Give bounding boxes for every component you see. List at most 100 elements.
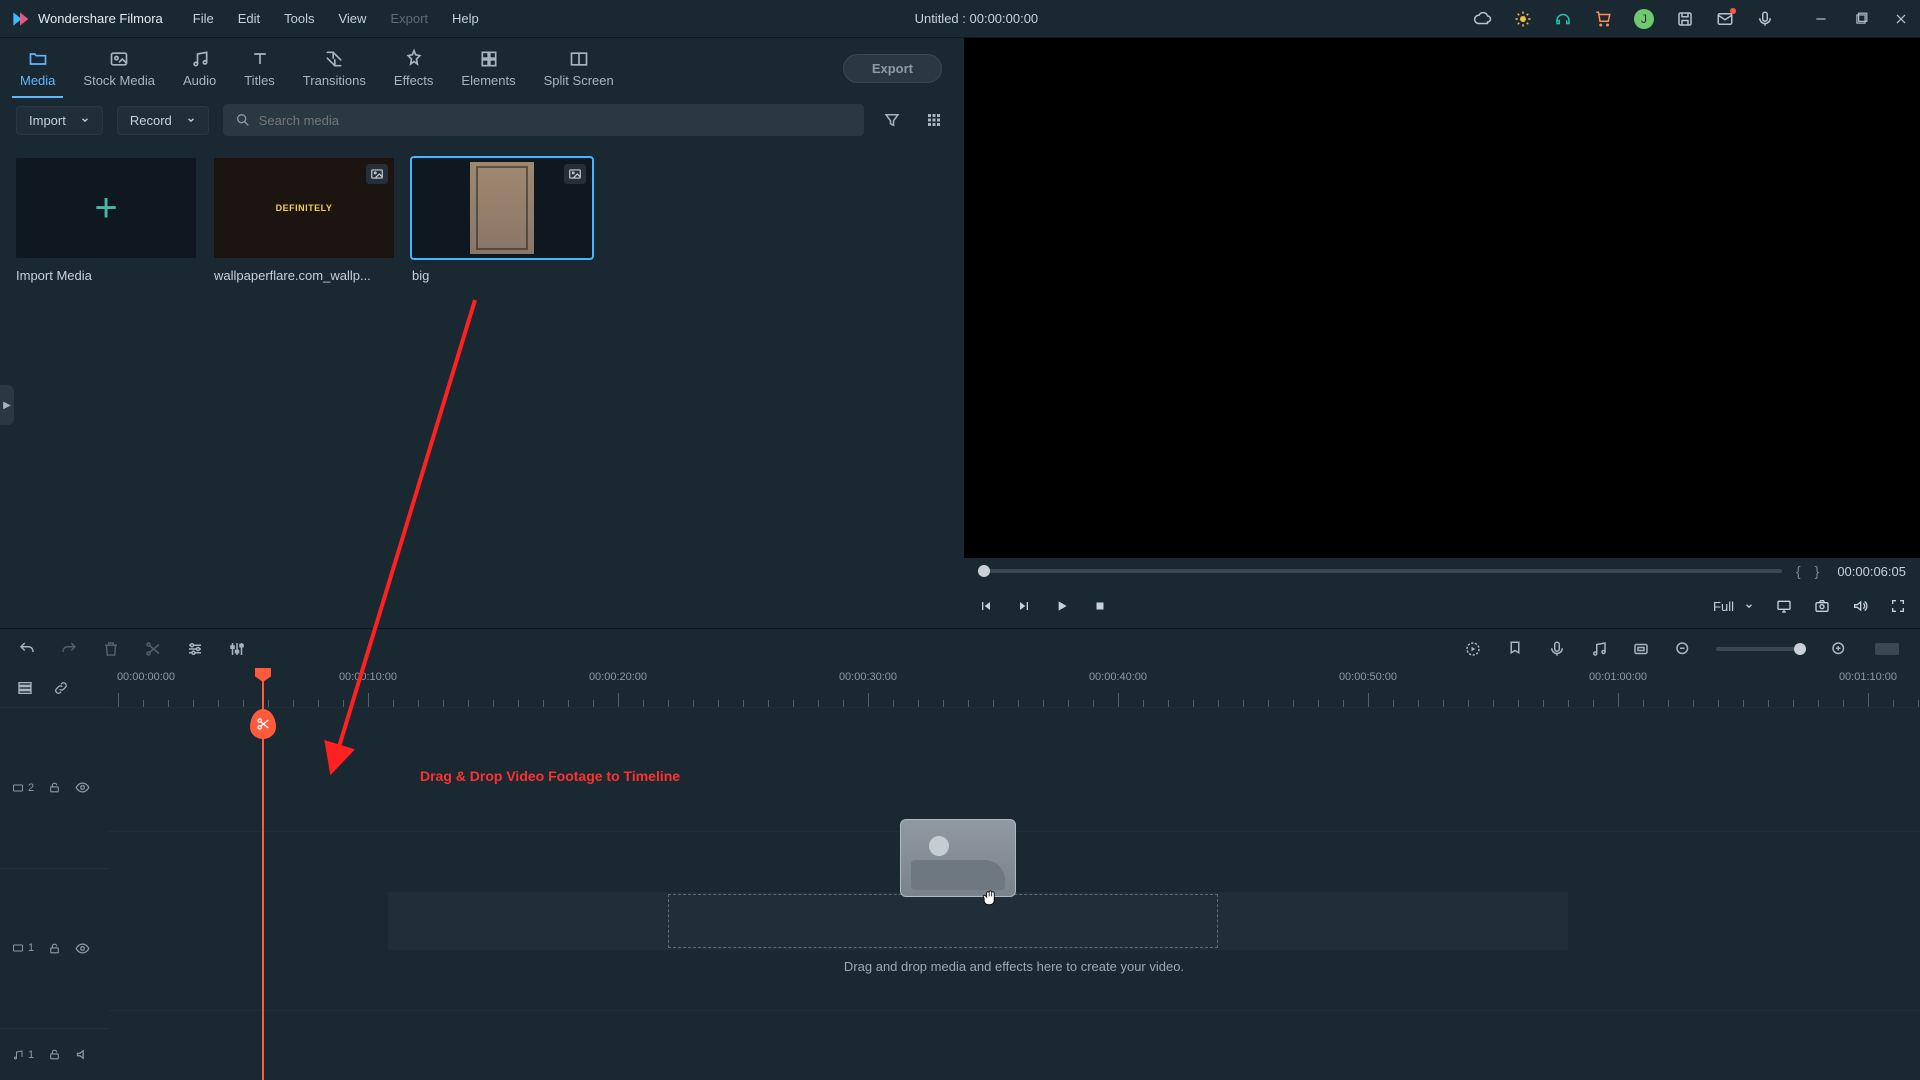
tab-split-screen[interactable]: Split Screen (530, 38, 628, 98)
zoom-fit-icon[interactable] (1872, 640, 1902, 658)
volume-icon[interactable] (1852, 598, 1868, 614)
media-thumb-2[interactable] (412, 158, 592, 258)
message-icon[interactable] (1716, 10, 1734, 28)
lane-a1[interactable] (108, 1010, 1920, 1080)
tab-elements[interactable]: Elements (447, 38, 529, 98)
zoom-slider[interactable] (1716, 647, 1806, 651)
mute-icon[interactable] (75, 1047, 90, 1062)
zoom-knob[interactable] (1794, 643, 1806, 655)
export-button[interactable]: Export (843, 54, 942, 83)
media-item-add[interactable]: + Import Media (16, 158, 196, 283)
media-label: wallpaperflare.com_wallp... (214, 268, 394, 283)
menu-file[interactable]: File (193, 11, 214, 26)
preview-viewport[interactable] (964, 38, 1920, 558)
media-item-1[interactable]: DEFINITELY wallpaperflare.com_wallp... (214, 158, 394, 283)
grid-view-icon[interactable] (920, 106, 948, 134)
drop-target[interactable] (388, 892, 1568, 950)
drop-dashed-outline (668, 894, 1218, 948)
track-heads: 2 1 1 (0, 707, 108, 1080)
cloud-icon[interactable] (1474, 10, 1492, 28)
search-input[interactable] (259, 113, 852, 128)
import-media-thumb[interactable]: + (16, 158, 196, 258)
preview-seek-track[interactable] (978, 569, 1782, 573)
split-button[interactable] (144, 640, 162, 658)
render-icon[interactable] (1464, 640, 1482, 658)
timeline-ruler[interactable]: 00:00:00:00 00:00:10:0000:00:20:0000:00:… (108, 669, 1920, 707)
lock-icon[interactable] (48, 781, 61, 794)
side-expand-toggle[interactable]: ▶ (0, 385, 14, 425)
stop-button[interactable] (1092, 598, 1108, 614)
menu-tools[interactable]: Tools (284, 11, 314, 26)
menu-help[interactable]: Help (452, 11, 479, 26)
track-head-a1[interactable]: 1 (0, 1028, 108, 1080)
prev-frame-button[interactable] (978, 598, 994, 614)
record-voiceover-icon[interactable] (1548, 640, 1566, 658)
media-panel: Media Stock Media Audio Titles Transitio… (0, 38, 964, 628)
delete-button[interactable] (102, 640, 120, 658)
track-options-icon[interactable] (16, 679, 34, 697)
lane-v2[interactable] (108, 707, 1920, 831)
zoom-out-icon[interactable] (1674, 640, 1692, 658)
import-dropdown[interactable]: Import (16, 106, 103, 135)
search-box[interactable] (223, 104, 864, 136)
tab-audio[interactable]: Audio (169, 38, 230, 98)
tab-media[interactable]: Media (6, 38, 69, 98)
tab-stock-media[interactable]: Stock Media (69, 38, 169, 98)
minimize-icon[interactable] (1812, 10, 1830, 28)
filter-icon[interactable] (878, 106, 906, 134)
app-logo-icon (10, 9, 30, 29)
drag-ghost-thumbnail (900, 819, 1016, 897)
lock-icon[interactable] (48, 942, 61, 955)
mark-in-icon[interactable]: { (1796, 563, 1801, 579)
menu-edit[interactable]: Edit (238, 11, 260, 26)
link-icon[interactable] (52, 679, 70, 697)
ideas-icon[interactable] (1514, 10, 1532, 28)
media-thumb-1[interactable]: DEFINITELY (214, 158, 394, 258)
fullscreen-icon[interactable] (1890, 598, 1906, 614)
tab-titles-label: Titles (244, 73, 275, 88)
maximize-icon[interactable] (1852, 10, 1870, 28)
save-icon[interactable] (1676, 10, 1694, 28)
eye-icon[interactable] (75, 780, 90, 795)
seek-handle[interactable] (978, 565, 990, 577)
audio-mixer-icon[interactable] (228, 640, 246, 658)
app-name: Wondershare Filmora (38, 11, 163, 26)
mark-out-icon[interactable]: } (1815, 563, 1820, 579)
cart-icon[interactable] (1594, 10, 1612, 28)
audio-sync-icon[interactable] (1590, 640, 1608, 658)
lock-icon[interactable] (48, 1048, 61, 1061)
zoom-in-icon[interactable] (1830, 640, 1848, 658)
ruler-label: 00:00:30:00 (839, 671, 897, 683)
document-title: Untitled : 00:00:00:00 (479, 11, 1474, 26)
display-settings-icon[interactable] (1776, 598, 1792, 614)
mic-icon[interactable] (1756, 10, 1774, 28)
menu-view[interactable]: View (338, 11, 366, 26)
track-head-v1[interactable]: 1 (0, 868, 108, 1029)
annotation-text: Drag & Drop Video Footage to Timeline (420, 768, 680, 784)
close-icon[interactable] (1892, 10, 1910, 28)
window-controls (1812, 10, 1910, 28)
support-icon[interactable] (1554, 10, 1572, 28)
edit-settings-icon[interactable] (186, 640, 204, 658)
media-item-2[interactable]: big (412, 158, 592, 283)
record-dropdown[interactable]: Record (117, 106, 209, 135)
titlebar-right-icons: J (1474, 9, 1774, 29)
marker-icon[interactable] (1506, 640, 1524, 658)
main-menu: File Edit Tools View Export Help (193, 11, 479, 26)
timeline-ruler-row: 00:00:00:00 00:00:10:0000:00:20:0000:00:… (0, 669, 1920, 707)
next-frame-button[interactable] (1016, 598, 1032, 614)
avatar-icon[interactable]: J (1634, 9, 1654, 29)
tab-titles[interactable]: Titles (230, 38, 289, 98)
redo-button[interactable] (60, 640, 78, 658)
undo-button[interactable] (18, 640, 36, 658)
keyframe-icon[interactable] (1632, 640, 1650, 658)
ruler-label: 00:00:40:00 (1089, 671, 1147, 683)
eye-icon[interactable] (75, 941, 90, 956)
preview-quality-select[interactable]: Full (1713, 599, 1754, 614)
play-button[interactable] (1054, 598, 1070, 614)
track-v2-label: 2 (12, 782, 34, 794)
tab-effects[interactable]: Effects (380, 38, 448, 98)
track-head-v2[interactable]: 2 (0, 707, 108, 868)
tab-transitions[interactable]: Transitions (289, 38, 380, 98)
snapshot-icon[interactable] (1814, 598, 1830, 614)
